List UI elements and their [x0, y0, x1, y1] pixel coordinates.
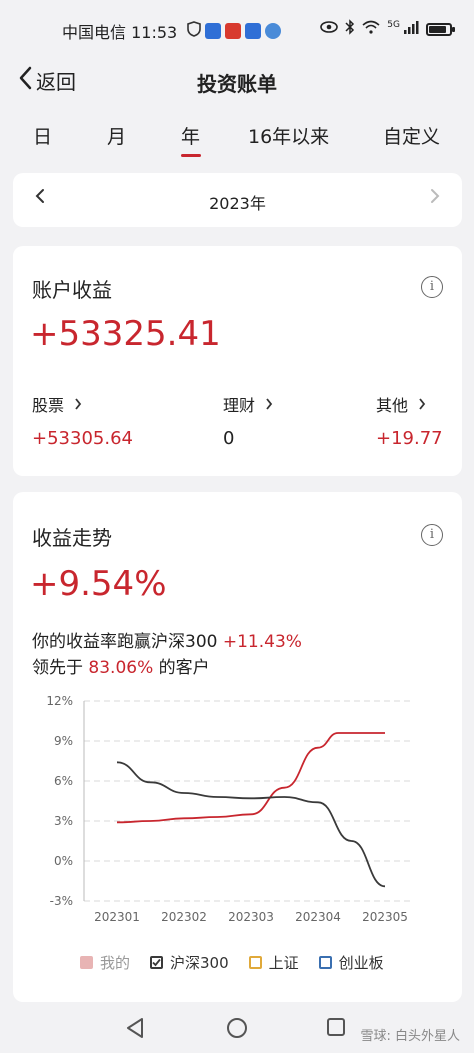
next-year-button[interactable] [430, 188, 440, 209]
account-income-title: 账户收益 [32, 278, 112, 302]
other-value: +19.77 [376, 428, 443, 449]
trend-rate: +9.54% [30, 564, 167, 604]
page-title: 投资账单 [197, 72, 277, 96]
tab-year[interactable]: 年 [181, 122, 200, 149]
chevron-right-icon [266, 398, 273, 410]
rank-text: 领先于 83.06% 的客户 [32, 653, 210, 678]
checkbox-icon [248, 956, 262, 969]
year-selector: 2023年 [13, 173, 462, 227]
beat-index-value: +11.43% [222, 632, 302, 652]
status-right: 5G [320, 19, 455, 39]
info-icon[interactable]: i [421, 524, 443, 546]
rank-prefix: 领先于 [32, 658, 83, 678]
eye-icon [320, 21, 339, 37]
checkbox-checked-icon [150, 956, 164, 969]
legend-label: 创业板 [338, 954, 384, 972]
app-notification-icon [265, 23, 282, 39]
app-notification-icon [225, 23, 242, 39]
beat-index-prefix: 你的收益率跑赢沪深300 [32, 632, 218, 652]
legend-mine[interactable]: 我的 [80, 952, 130, 973]
tab-since-2016[interactable]: 16年以来 [248, 122, 329, 149]
rank-suffix: 的客户 [158, 658, 210, 678]
legend-label: 我的 [100, 954, 131, 972]
active-tab-indicator [181, 154, 201, 157]
signal-icon [403, 20, 419, 38]
wealth-value: 0 [223, 428, 235, 449]
other-link[interactable]: 其他 [376, 392, 426, 416]
trend-title: 收益走势 [32, 526, 112, 550]
tab-day[interactable]: 日 [33, 122, 52, 149]
rank-value: 83.06% [88, 658, 154, 678]
income-trend-card: 收益走势 i +9.54% 你的收益率跑赢沪深300 +11.43% 领先于 8… [13, 492, 462, 1002]
wifi-icon [362, 20, 380, 38]
stock-value: +53305.64 [32, 428, 133, 449]
legend-label: 沪深300 [170, 954, 229, 972]
home-circle-icon[interactable] [226, 1017, 248, 1043]
period-tabs: 日 月 年 16年以来 自定义 [0, 114, 474, 164]
legend-hs300[interactable]: 沪深300 [150, 952, 229, 973]
beat-index-text: 你的收益率跑赢沪深300 +11.43% [32, 627, 302, 652]
stock-label: 股票 [32, 396, 65, 415]
tab-custom[interactable]: 自定义 [383, 122, 440, 149]
shield-icon [187, 21, 202, 41]
status-app-icons [187, 21, 282, 41]
year-label: 2023年 [209, 194, 266, 213]
app-notification-icon [205, 23, 222, 39]
network-type: 5G [387, 20, 400, 30]
chevron-right-icon [419, 398, 426, 410]
nav-bar: 返回 投资账单 [0, 56, 474, 104]
checkbox-icon [80, 956, 93, 969]
legend-chinext[interactable]: 创业板 [318, 952, 384, 973]
chevron-right-icon [75, 398, 82, 410]
stock-link[interactable]: 股票 [32, 392, 82, 416]
watermark-text: 雪球: 白头外星人 [360, 1029, 460, 1044]
other-label: 其他 [376, 396, 409, 415]
bluetooth-icon [345, 19, 355, 39]
status-bar: 中国电信 11:53 5G [0, 0, 474, 56]
legend-label: 上证 [268, 954, 299, 972]
wealth-label: 理财 [223, 396, 256, 415]
wealth-link[interactable]: 理财 [223, 392, 273, 416]
tab-month[interactable]: 月 [107, 122, 126, 149]
battery-icon [426, 22, 455, 36]
checkbox-icon [318, 956, 332, 969]
carrier-time: 中国电信 11:53 [62, 23, 178, 42]
chart-legend: 我的 沪深300 上证 创业板 [80, 952, 384, 973]
info-icon[interactable]: i [421, 276, 443, 298]
watermark: 雪球: 白头外星人 [360, 1025, 460, 1044]
status-left: 中国电信 11:53 [62, 19, 282, 43]
account-income-card: 账户收益 i +53325.41 股票 理财 其他 +53305.64 0 +1… [13, 246, 462, 476]
back-triangle-icon[interactable] [125, 1017, 145, 1043]
legend-sse[interactable]: 上证 [248, 952, 299, 973]
recents-square-icon[interactable] [326, 1017, 346, 1041]
chevron-right-icon [431, 189, 440, 203]
account-total: +53325.41 [30, 314, 221, 354]
app-notification-icon [245, 23, 262, 39]
